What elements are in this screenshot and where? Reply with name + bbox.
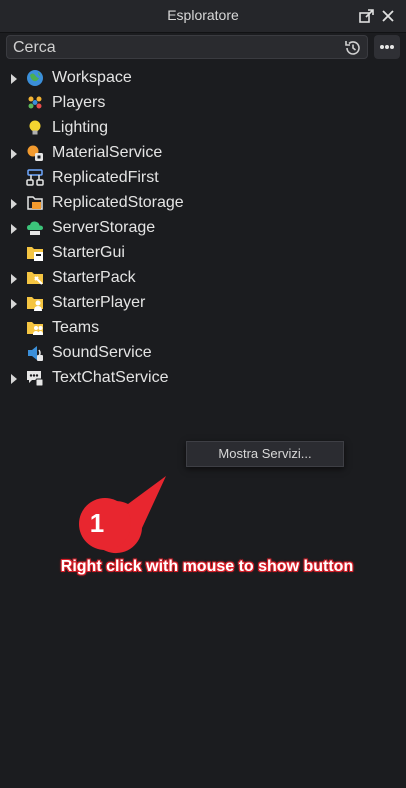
replicated-storage-icon	[27, 196, 43, 210]
sound-service-icon	[28, 346, 43, 361]
explorer-titlebar: Esploratore	[0, 0, 406, 33]
more-options-icon	[380, 45, 394, 49]
expand-arrow-icon[interactable]	[10, 74, 18, 84]
search-input[interactable]	[13, 38, 333, 58]
teams-icon	[27, 322, 43, 335]
tree-item-label: StarterPlayer	[52, 294, 146, 311]
tree-item-replicatedstorage[interactable]: ReplicatedStorage	[0, 191, 406, 216]
expand-arrow-icon[interactable]	[10, 149, 18, 159]
close-icon[interactable]	[378, 6, 398, 26]
tree-item-label: MaterialService	[52, 144, 163, 161]
expand-arrow-icon[interactable]	[10, 274, 18, 284]
replicated-first-icon	[26, 169, 44, 186]
tree-item-starterplayer[interactable]: StarterPlayer	[0, 291, 406, 316]
context-menu: Mostra Servizi...	[186, 441, 344, 467]
material-service-icon	[27, 145, 43, 161]
text-chat-service-icon	[27, 371, 44, 387]
tree-item-label: StarterPack	[52, 269, 136, 286]
tree-item-materialservice[interactable]: MaterialService	[0, 141, 406, 166]
expand-arrow-icon[interactable]	[10, 374, 18, 384]
tree-item-players[interactable]: Players	[0, 91, 406, 116]
expand-arrow-icon[interactable]	[10, 224, 18, 234]
tree-item-startergui[interactable]: StarterGui	[0, 241, 406, 266]
tree-item-label: TextChatService	[52, 369, 169, 386]
search-row	[6, 35, 400, 61]
tree-item-textchatservice[interactable]: TextChatService	[0, 366, 406, 391]
tree-item-soundservice[interactable]: SoundService	[0, 341, 406, 366]
starter-player-icon	[27, 297, 43, 311]
tree-item-starterpack[interactable]: StarterPack	[0, 266, 406, 291]
tree-item-label: StarterGui	[52, 244, 125, 261]
tree-item-label: ReplicatedFirst	[52, 169, 159, 186]
tree-item-label: Lighting	[52, 119, 109, 136]
tree-item-label: Teams	[52, 319, 100, 336]
tree-item-label: ReplicatedStorage	[52, 194, 184, 211]
tree-item-lighting[interactable]: Lighting	[0, 116, 406, 141]
tree-item-serverstorage[interactable]: ServerStorage	[0, 216, 406, 241]
players-icon	[28, 96, 42, 109]
tree-item-label: Workspace	[52, 69, 132, 86]
server-storage-icon	[27, 221, 43, 235]
history-icon[interactable]	[343, 38, 363, 58]
tree-item-label: ServerStorage	[52, 219, 156, 236]
explorer-tree: Workspace Players Lighting MaterialServi…	[0, 66, 406, 391]
annotation-step-number: 1	[89, 508, 105, 538]
tree-item-label: Players	[52, 94, 106, 111]
starter-gui-icon	[27, 247, 43, 261]
tree-item-label: SoundService	[52, 344, 152, 361]
annotation-instruction: Right click with mouse to show button	[60, 558, 354, 575]
window-title: Esploratore	[167, 7, 239, 23]
undock-icon[interactable]	[357, 6, 377, 26]
tree-item-replicatedfirst[interactable]: ReplicatedFirst	[0, 166, 406, 191]
tree-item-teams[interactable]: Teams	[0, 316, 406, 341]
show-services-menu-item[interactable]: Mostra Servizi...	[187, 442, 343, 466]
more-options-button[interactable]	[374, 35, 400, 59]
expand-arrow-icon[interactable]	[10, 299, 18, 309]
expand-arrow-icon[interactable]	[10, 199, 18, 209]
lighting-bulb-icon	[29, 120, 41, 135]
starter-pack-icon	[27, 272, 43, 285]
search-box	[6, 35, 368, 59]
workspace-globe-icon	[27, 70, 43, 86]
tree-item-workspace[interactable]: Workspace	[0, 66, 406, 91]
